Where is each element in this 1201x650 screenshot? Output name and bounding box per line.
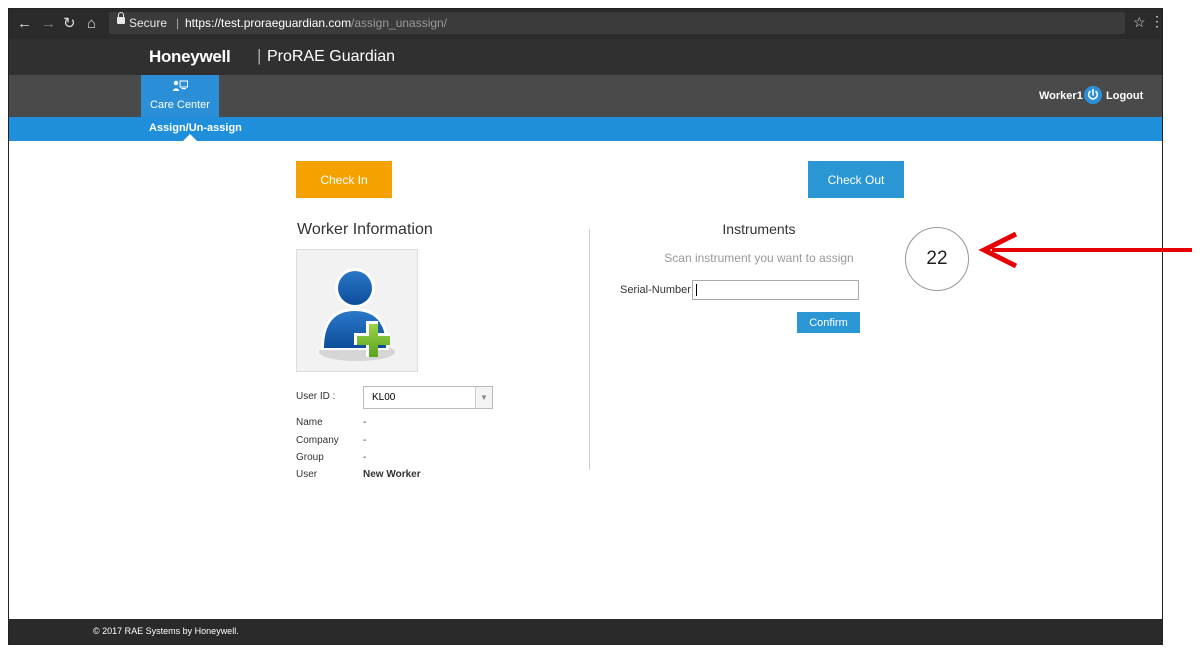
address-bar[interactable]: Secure | https://test.proraeguardian.com…: [109, 12, 1125, 34]
brand-separator: |: [257, 46, 262, 65]
footer: © 2017 RAE Systems by Honeywell.: [9, 619, 1162, 644]
copyright-text: © 2017 RAE Systems by Honeywell.: [93, 626, 239, 636]
active-indicator: [183, 134, 197, 141]
name-value: -: [363, 417, 367, 428]
main-nav: Care Center Worker1 Logout: [9, 75, 1162, 117]
product-name: ProRAE Guardian: [267, 48, 396, 65]
instruments-instruction: Scan instrument you want to assign: [664, 251, 854, 265]
company-value: -: [363, 435, 367, 446]
reload-icon[interactable]: ↻: [63, 15, 76, 33]
serial-number-label: Serial-Number :: [620, 284, 698, 296]
care-center-label: Care Center: [150, 99, 210, 111]
chevron-down-icon[interactable]: ▼: [475, 387, 492, 408]
check-in-button[interactable]: Check In: [296, 161, 392, 198]
app-header: Honeywell | ProRAE Guardian: [9, 39, 1162, 75]
user-type-label: User: [296, 469, 318, 480]
back-arrow-icon[interactable]: ←: [17, 15, 32, 33]
browser-menu-icon[interactable]: ⋮: [1150, 13, 1162, 30]
care-center-icon: [172, 80, 188, 91]
user-id-label: User ID :: [296, 391, 336, 402]
avatar: [296, 249, 418, 372]
power-icon[interactable]: [1084, 86, 1102, 104]
user-type-value: New Worker: [363, 469, 421, 480]
url-separator: |: [176, 16, 180, 30]
group-value: -: [363, 452, 367, 463]
tab-care-center[interactable]: Care Center: [141, 75, 219, 117]
lock-icon: [117, 12, 125, 24]
brand-logo: Honeywell: [149, 47, 231, 66]
home-icon[interactable]: ⌂: [87, 15, 96, 33]
check-out-button[interactable]: Check Out: [808, 161, 904, 198]
add-user-icon: [319, 268, 395, 361]
subnav-item-assign-unassign[interactable]: Assign/Un-assign: [149, 122, 242, 134]
company-label: Company: [296, 435, 339, 446]
instruments-title: Instruments: [722, 221, 796, 237]
user-id-select[interactable]: KL00 ▼: [363, 386, 493, 409]
serial-number-input[interactable]: [692, 280, 859, 300]
step-number-callout: 22: [905, 227, 969, 291]
bookmark-star-icon[interactable]: ☆: [1133, 14, 1146, 31]
sub-nav: Assign/Un-assign: [9, 117, 1162, 141]
text-cursor: [696, 284, 697, 296]
worker-info-title: Worker Information: [297, 221, 433, 238]
section-divider: [589, 229, 590, 470]
logout-link[interactable]: Logout: [1106, 90, 1143, 102]
url-path: /assign_unassign/: [351, 16, 448, 30]
user-id-value: KL00: [372, 392, 396, 403]
forward-arrow-icon[interactable]: →: [41, 15, 56, 33]
name-label: Name: [296, 417, 323, 428]
current-user: Worker1: [1039, 90, 1083, 102]
url-host: https://test.proraeguardian.com: [185, 16, 352, 30]
browser-window: ← → ↻ ⌂ Secure | https://test.proraeguar…: [8, 8, 1163, 645]
red-arrow-icon: [978, 232, 1192, 268]
secure-label: Secure: [129, 16, 168, 30]
confirm-button[interactable]: Confirm: [797, 312, 860, 333]
browser-toolbar: ← → ↻ ⌂ Secure | https://test.proraeguar…: [9, 9, 1162, 39]
group-label: Group: [296, 452, 324, 463]
